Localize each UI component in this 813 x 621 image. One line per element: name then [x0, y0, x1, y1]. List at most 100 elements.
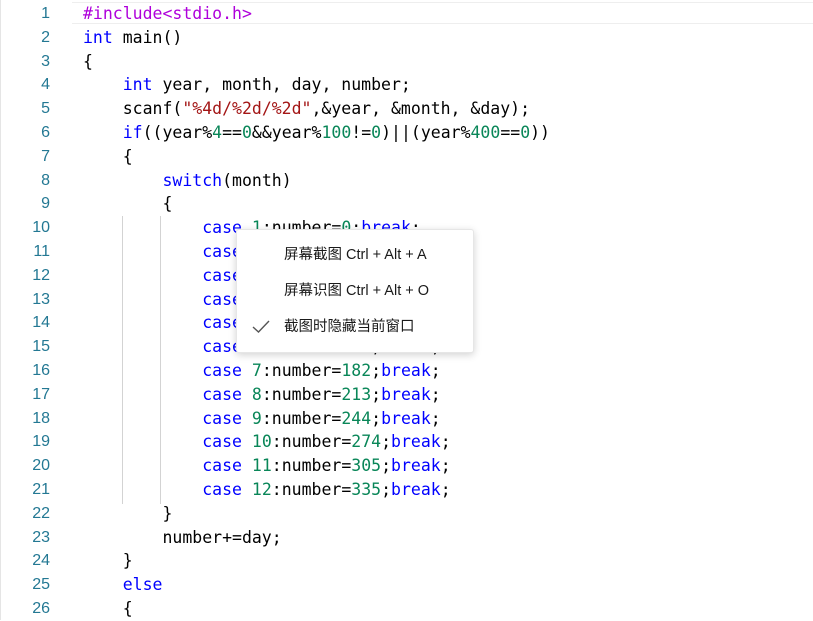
line-number: 23: [32, 528, 50, 546]
code-token: 244: [341, 408, 372, 428]
code-token: )||(year%: [381, 123, 471, 142]
context-menu: 屏幕截图 Ctrl + Alt + A 屏幕识图 Ctrl + Alt + O …: [236, 229, 474, 353]
code-token: 4: [212, 123, 223, 142]
code-token: &&year%: [251, 123, 322, 142]
line-number: 1: [41, 5, 50, 22]
code-line[interactable]: 7 {: [0, 145, 813, 169]
code-token: :number=: [271, 456, 352, 476]
code-text: case 7:number=182;break;: [83, 359, 441, 383]
code-token: break: [381, 384, 431, 404]
code-token: }: [83, 503, 173, 523]
code-token: case: [202, 361, 242, 380]
code-token: ;: [440, 480, 451, 499]
code-line[interactable]: 3{: [0, 50, 813, 74]
code-text: switch(month): [83, 169, 291, 193]
code-token: 0: [241, 123, 252, 142]
menu-item-image-recognition[interactable]: 屏幕识图 Ctrl + Alt + O: [237, 273, 473, 309]
code-token: break: [381, 408, 431, 428]
code-token: ((year%: [142, 123, 213, 142]
line-number: 25: [32, 576, 50, 594]
code-token: 11: [251, 456, 272, 476]
code-text: int year, month, day, number;: [83, 73, 411, 97]
code-token: ;: [381, 480, 392, 499]
code-text: {: [83, 192, 172, 216]
code-line[interactable]: 25 else: [0, 573, 813, 597]
code-token: case: [202, 480, 242, 499]
code-text: case 11:number=305;break;: [83, 454, 451, 478]
line-number: 10: [32, 219, 50, 237]
line-number: 13: [32, 290, 50, 308]
code-token: break: [391, 432, 441, 452]
line-number: 20: [32, 457, 50, 475]
code-line[interactable]: 26 {: [0, 597, 813, 621]
code-token: 305: [351, 456, 382, 476]
code-token: {: [83, 51, 93, 71]
code-token: :number=: [261, 408, 342, 428]
code-text: }: [83, 502, 172, 526]
code-line[interactable]: 22 }: [0, 502, 813, 526]
code-token: )): [530, 123, 550, 142]
code-token: ;: [430, 384, 441, 404]
code-line[interactable]: 1 #include<stdio.h>: [0, 2, 813, 26]
code-line[interactable]: 6 if((year%4==0&&year%100!=0)||(year%400…: [0, 121, 813, 145]
line-number: 9: [41, 195, 50, 213]
code-token: ;: [430, 361, 441, 380]
code-token: ;: [371, 408, 382, 428]
code-token: break: [391, 480, 441, 499]
code-token: case: [202, 408, 242, 428]
code-line[interactable]: 24 }: [0, 549, 813, 573]
code-token: case: [202, 432, 242, 452]
code-line[interactable]: 4 int year, month, day, number;: [0, 73, 813, 97]
code-token: 10: [251, 432, 272, 452]
code-text: #include<stdio.h>: [83, 2, 252, 26]
code-line[interactable]: 9 {: [0, 192, 813, 216]
code-line[interactable]: 8 switch(month): [0, 169, 813, 193]
code-token: 0: [371, 123, 382, 142]
code-token: ==: [222, 123, 242, 142]
code-token: 335: [351, 480, 382, 499]
menu-item-label: 屏幕识图 Ctrl + Alt + O: [284, 283, 430, 299]
line-number: 24: [32, 552, 50, 570]
code-token: scanf(: [83, 99, 183, 119]
menu-item-label: 屏幕截图 Ctrl + Alt + A: [284, 247, 427, 263]
code-token: ;: [440, 456, 451, 476]
code-token: 8: [251, 384, 262, 404]
indent-guide-switch: [160, 216, 161, 504]
menu-item-screenshot[interactable]: 屏幕截图 Ctrl + Alt + A: [237, 237, 473, 273]
code-token: ;: [381, 456, 392, 476]
code-line[interactable]: 2 int main(): [0, 26, 813, 50]
line-number: 4: [41, 76, 50, 94]
code-text: {: [83, 50, 93, 74]
checkmark-icon: [252, 320, 270, 333]
code-text: case 8:number=213;break;: [83, 383, 441, 407]
code-token: year, month, day, number;: [152, 75, 411, 95]
menu-item-hide-window[interactable]: 截图时隐藏当前窗口: [237, 309, 473, 345]
code-text: if((year%4==0&&year%100!=0)||(year%400==…: [83, 121, 550, 145]
code-token: number+=day;: [83, 527, 282, 547]
code-text: {: [83, 597, 133, 621]
code-token: ;: [381, 432, 392, 452]
code-line[interactable]: 5 scanf("%4d/%2d/%2d",&year, &month, &da…: [0, 97, 813, 121]
code-text: scanf("%4d/%2d/%2d",&year, &month, &day)…: [83, 97, 530, 121]
line-number: 15: [32, 338, 50, 356]
code-token: ;: [430, 408, 441, 428]
code-token: else: [122, 575, 163, 595]
indent-guide-block: [122, 216, 123, 504]
code-text: number+=day;: [83, 526, 282, 550]
code-token: #include<stdio.h>: [83, 4, 252, 23]
code-token: :number=: [271, 432, 352, 452]
code-token: 12: [251, 480, 272, 499]
code-line[interactable]: 23 number+=day;: [0, 526, 813, 550]
line-number: 5: [41, 100, 50, 118]
